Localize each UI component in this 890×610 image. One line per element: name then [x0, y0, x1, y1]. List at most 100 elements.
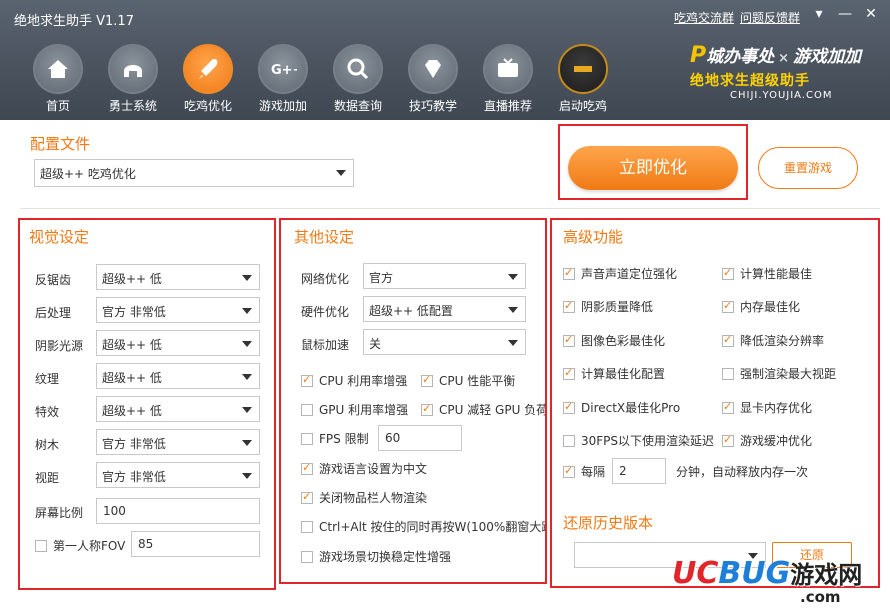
chat-group-link[interactable]: 吃鸡交流群 [674, 9, 734, 26]
pubg-logo-icon [574, 66, 592, 72]
advanced-title: 高级功能 [563, 228, 624, 246]
hardware-label: 硬件优化 [301, 305, 350, 319]
nav-game-plus[interactable]: G++ 游戏加加 [255, 44, 311, 114]
scene-stability-checkbox[interactable]: 游戏场景切换稳定性增强 [301, 548, 451, 565]
adv-check-11[interactable]: 游戏缓冲优化 [722, 432, 812, 449]
checkbox-box[interactable] [301, 490, 313, 504]
tv-icon [498, 58, 518, 77]
feedback-group-link[interactable]: 问题反馈群 [740, 9, 800, 26]
checkbox-box[interactable] [563, 400, 575, 414]
inventory-render-checkbox[interactable]: 关闭物品栏人物渲染 [301, 489, 427, 506]
checkbox-box[interactable] [722, 333, 734, 347]
visual-select-aa[interactable]: 超级++ 低 [96, 264, 260, 290]
checkbox-box[interactable] [563, 299, 575, 313]
brand-x: × [778, 51, 790, 66]
gpu-boost-label: GPU 利用率增强 [319, 403, 409, 417]
checkbox-box[interactable] [563, 366, 575, 380]
visual-select-view-distance[interactable]: 官方 非常低 [96, 462, 260, 488]
adv-check-10[interactable]: 30FPS以下使用渲染延迟 [563, 432, 714, 449]
adv-check-5[interactable]: 降低渲染分辨率 [722, 332, 824, 349]
nav-label: 首页 [45, 99, 70, 113]
gpu-boost-checkbox[interactable]: GPU 利用率增强 [301, 401, 408, 418]
fps-limit-checkbox[interactable]: FPS 限制 [301, 430, 369, 447]
network-select[interactable]: 官方 [363, 263, 526, 289]
mouse-accel-select[interactable]: 关 [363, 329, 526, 355]
visual-label-view-distance: 视距 [35, 471, 60, 485]
memory-release-checkbox[interactable]: 每隔 [563, 463, 605, 480]
nav-warrior[interactable]: 勇士系统 [105, 44, 161, 114]
checkbox-box[interactable] [301, 520, 313, 533]
nav-label: 吃鸡优化 [183, 99, 232, 113]
mouse-accel-label: 鼠标加速 [301, 338, 350, 352]
visual-label-effects: 特效 [35, 405, 60, 419]
chevron-down-icon [242, 440, 252, 446]
checkbox-box[interactable] [722, 400, 734, 414]
visual-select-texture[interactable]: 超级++ 低 [96, 363, 260, 389]
adv-label-0: 声音声道定位强化 [581, 267, 678, 281]
menu-dropdown-icon[interactable]: ▾ [810, 6, 828, 22]
fov-checkbox[interactable]: 第一人称FOV [35, 537, 125, 554]
fov-input[interactable]: 85 [131, 531, 260, 557]
checkbox-box[interactable] [563, 333, 575, 347]
scene-stability-label: 游戏场景切换稳定性增强 [319, 550, 452, 564]
magnifier-icon [347, 58, 369, 80]
checkbox-box[interactable] [722, 367, 734, 380]
adv-check-4[interactable]: 图像色彩最佳化 [563, 332, 665, 349]
checkbox-box[interactable] [563, 266, 575, 280]
cpu-balance-checkbox[interactable]: CPU 性能平衡 [421, 372, 515, 389]
adv-check-9[interactable]: 显卡内存优化 [722, 399, 812, 416]
adv-label-1: 计算性能最佳 [740, 267, 813, 281]
brand-part1: 城办事处 [706, 47, 775, 67]
screen-ratio-input[interactable]: 100 [96, 498, 260, 524]
checkbox-box[interactable] [722, 433, 734, 447]
diamond-icon [425, 60, 441, 78]
checkbox-box[interactable] [301, 432, 313, 445]
adv-check-0[interactable]: 声音声道定位强化 [563, 265, 677, 282]
cpu-boost-checkbox[interactable]: CPU 利用率增强 [301, 372, 407, 389]
nav-launch-game[interactable]: 启动吃鸡 [555, 44, 611, 114]
nav-home[interactable]: 首页 [30, 44, 86, 114]
nav-tutorial[interactable]: 技巧教学 [405, 44, 461, 114]
reset-game-button[interactable]: 重置游戏 [758, 147, 858, 189]
adv-check-3[interactable]: 内存最佳化 [722, 298, 800, 315]
chevron-down-icon [508, 340, 518, 346]
nav-label: 数据查询 [333, 99, 382, 113]
config-select[interactable]: 超级++ 吃鸡优化 [34, 159, 354, 187]
adv-check-1[interactable]: 计算性能最佳 [722, 265, 812, 282]
checkbox-box[interactable] [563, 464, 575, 478]
nav-live[interactable]: 直播推荐 [480, 44, 536, 114]
adv-check-2[interactable]: 阴影质量降低 [563, 298, 653, 315]
checkbox-box[interactable] [301, 403, 313, 416]
hardware-select[interactable]: 超级++ 低配置 [363, 296, 526, 322]
adv-check-6[interactable]: 计算最佳化配置 [563, 365, 665, 382]
checkbox-box[interactable] [421, 402, 433, 416]
adv-check-7[interactable]: 强制渲染最大视距 [722, 365, 836, 382]
nav-data-query[interactable]: 数据查询 [330, 44, 386, 114]
minimize-button[interactable]: — [836, 6, 854, 22]
visual-select-postprocess[interactable]: 官方 非常低 [96, 297, 260, 323]
visual-select-foliage[interactable]: 官方 非常低 [96, 429, 260, 455]
cpu-offload-checkbox[interactable]: CPU 减轻 GPU 负荷 [421, 401, 545, 418]
checkbox-box[interactable] [563, 434, 575, 447]
adv-check-8[interactable]: DirectX最佳化Pro [563, 399, 680, 416]
checkbox-box[interactable] [722, 266, 734, 280]
adv-label-8: DirectX最佳化Pro [581, 401, 681, 415]
visual-select-shadows[interactable]: 超级++ 低 [96, 330, 260, 356]
visual-value-aa: 超级++ 低 [102, 272, 162, 286]
checkbox-box[interactable] [301, 461, 313, 475]
checkbox-box[interactable] [301, 550, 313, 563]
checkbox-box[interactable] [421, 373, 433, 387]
chinese-language-checkbox[interactable]: 游戏语言设置为中文 [301, 460, 427, 477]
fov-checkbox-box[interactable] [35, 539, 47, 552]
fps-limit-input[interactable]: 60 [378, 425, 462, 451]
checkbox-box[interactable] [301, 373, 313, 387]
brand-part2: 游戏加加 [793, 47, 862, 67]
chevron-down-icon [336, 170, 346, 176]
nav-optimize[interactable]: 吃鸡优化 [180, 44, 236, 114]
checkbox-box[interactable] [722, 299, 734, 313]
ctrl-alt-jump-checkbox[interactable]: Ctrl+Alt 按住的同时再按W(100%翻窗大跳) [301, 518, 545, 535]
visual-select-effects[interactable]: 超级++ 低 [96, 396, 260, 422]
optimize-now-button[interactable]: 立即优化 [568, 146, 738, 190]
close-button[interactable]: ✕ [862, 6, 880, 22]
memory-interval-input[interactable]: 2 [612, 458, 666, 484]
